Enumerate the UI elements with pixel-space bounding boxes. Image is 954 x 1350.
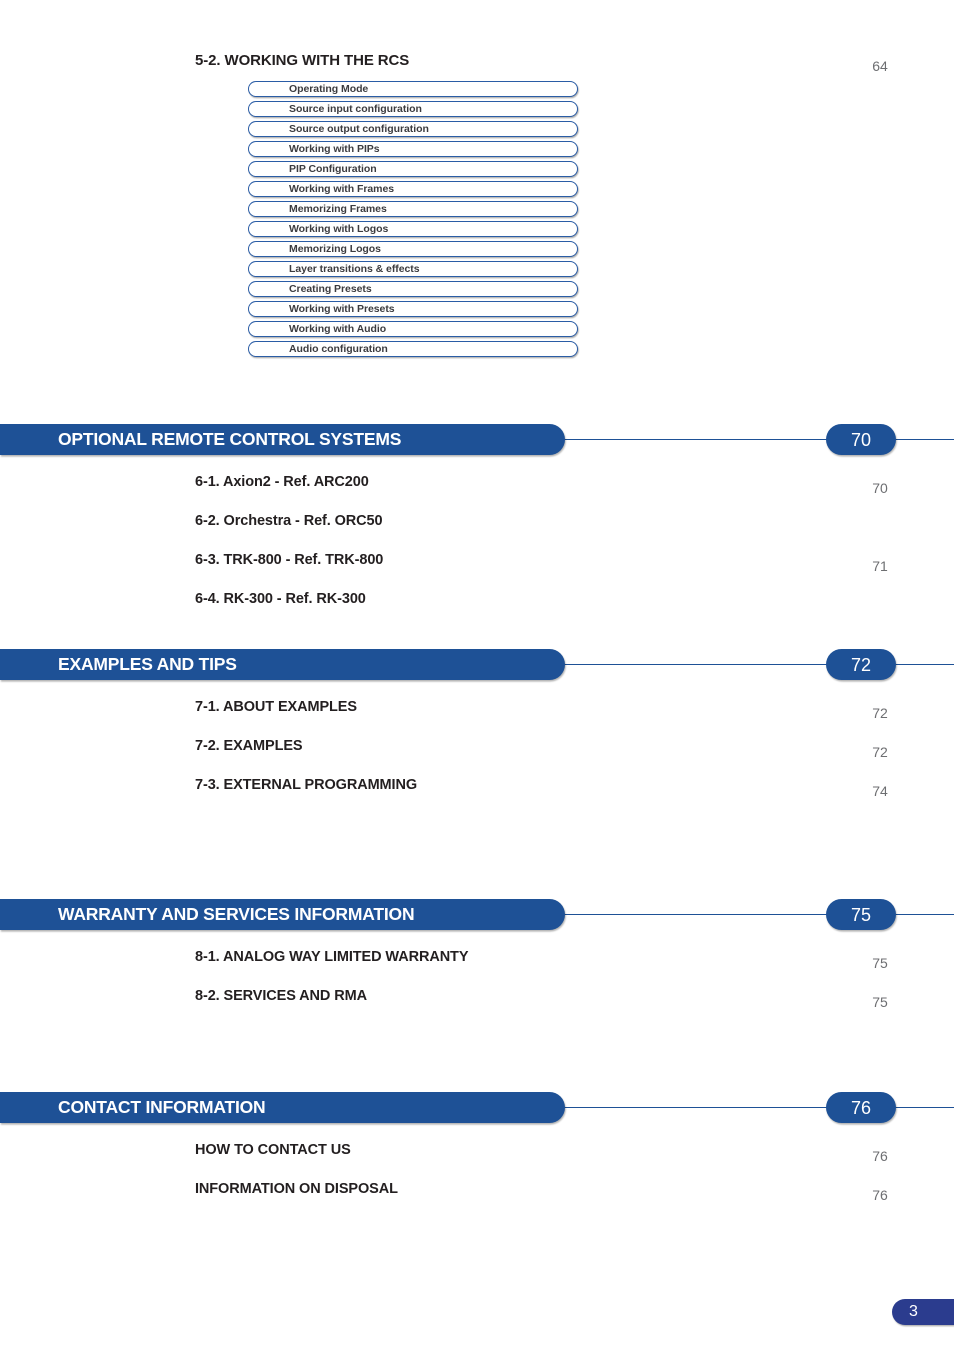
- subsection-pill[interactable]: Working with Logos: [248, 221, 578, 237]
- subsection-pill-label: Source input configuration: [289, 102, 422, 115]
- subsection-pill[interactable]: Working with Audio: [248, 321, 578, 337]
- toc-entry-page-number: 75: [872, 994, 888, 1010]
- toc-entry-page-number: 72: [872, 744, 888, 760]
- section-header: CONTACT INFORMATION 76: [0, 1092, 954, 1124]
- section-block-contact: CONTACT INFORMATION 76 HOW TO CONTACT US…: [0, 1092, 954, 1220]
- toc-entry[interactable]: 7-1. ABOUT EXAMPLES 72: [195, 699, 900, 738]
- toc-entry[interactable]: INFORMATION ON DISPOSAL 76: [195, 1181, 900, 1220]
- section-title: EXAMPLES AND TIPS: [58, 653, 237, 674]
- section-page-number: 75: [850, 904, 872, 925]
- section-title-bar[interactable]: WARRANTY AND SERVICES INFORMATION: [0, 899, 565, 930]
- toc-entry[interactable]: 8-1. ANALOG WAY LIMITED WARRANTY 75: [195, 949, 900, 988]
- toc-entry-label: 6-3. TRK-800 - Ref. TRK-800: [195, 552, 384, 568]
- toc-entry-label: 5-2. WORKING WITH THE RCS: [195, 52, 410, 69]
- section-block-7: EXAMPLES AND TIPS 72 7-1. ABOUT EXAMPLES…: [0, 649, 954, 816]
- subsection-pill[interactable]: Working with Frames: [248, 181, 578, 197]
- subsection-pill[interactable]: Source input configuration: [248, 101, 578, 117]
- section-title: WARRANTY AND SERVICES INFORMATION: [58, 903, 415, 924]
- toc-entry-page-number: 76: [872, 1148, 888, 1164]
- toc-entry-5-2[interactable]: 5-2. WORKING WITH THE RCS 64: [195, 52, 900, 80]
- subsection-pill[interactable]: Audio configuration: [248, 341, 578, 357]
- toc-entry-label: 6-1. Axion2 - Ref. ARC200: [195, 474, 369, 490]
- subsection-pill[interactable]: Working with Presets: [248, 301, 578, 317]
- toc-entry[interactable]: 7-3. EXTERNAL PROGRAMMING 74: [195, 777, 900, 816]
- section-block-8: WARRANTY AND SERVICES INFORMATION 75 8-1…: [0, 899, 954, 1027]
- toc-entry-label: 6-2. Orchestra - Ref. ORC50: [195, 513, 383, 529]
- section-page-number: 70: [850, 429, 872, 450]
- section-entry-list: HOW TO CONTACT US 76 INFORMATION ON DISPOS…: [0, 1124, 954, 1220]
- toc-entry-label: HOW TO CONTACT US: [195, 1142, 351, 1158]
- subsection-pill-label: PIP Configuration: [289, 162, 377, 175]
- section-entry-list: 7-1. ABOUT EXAMPLES 72 7-2. EXAMPLES 72 7-3.…: [0, 681, 954, 816]
- section-page-badge[interactable]: 70: [826, 424, 896, 455]
- subsection-pill[interactable]: Working with PIPs: [248, 141, 578, 157]
- subsection-pill-label: Working with Audio: [289, 322, 387, 335]
- toc-entry-page-number: 74: [872, 783, 888, 799]
- toc-entry-label: INFORMATION ON DISPOSAL: [195, 1181, 398, 1197]
- section-page-number: 72: [850, 654, 872, 675]
- toc-entry[interactable]: 7-2. EXAMPLES 72: [195, 738, 900, 777]
- subsection-pill[interactable]: PIP Configuration: [248, 161, 578, 177]
- toc-entry-label: 7-2. EXAMPLES: [195, 738, 303, 754]
- toc-entry[interactable]: 6-2. Orchestra - Ref. ORC50: [195, 513, 900, 552]
- section-page-number: 76: [850, 1097, 872, 1118]
- subsection-pill[interactable]: Creating Presets: [248, 281, 578, 297]
- toc-entry-label: 8-2. SERVICES AND RMA: [195, 988, 367, 1004]
- toc-entry-label: 6-4. RK-300 - Ref. RK-300: [195, 591, 366, 607]
- section-header: EXAMPLES AND TIPS 72: [0, 649, 954, 681]
- section-page-badge[interactable]: 72: [826, 649, 896, 680]
- footer-page-number: 3: [909, 1303, 918, 1320]
- subsection-pill[interactable]: Memorizing Frames: [248, 201, 578, 217]
- section-title-bar[interactable]: OPTIONAL REMOTE CONTROL SYSTEMS: [0, 424, 565, 455]
- toc-entry[interactable]: 6-1. Axion2 - Ref. ARC200 70: [195, 474, 900, 513]
- subsection-pill-label: Creating Presets: [289, 282, 372, 295]
- subsection-pill-label: Working with Presets: [289, 302, 395, 315]
- section-page-badge[interactable]: 75: [826, 899, 896, 930]
- toc-entry-label: 7-1. ABOUT EXAMPLES: [195, 699, 357, 715]
- toc-entry-page-number: 71: [872, 558, 888, 574]
- section-title-bar[interactable]: EXAMPLES AND TIPS: [0, 649, 565, 680]
- subsection-pill-label: Operating Mode: [289, 82, 369, 95]
- toc-entry[interactable]: 8-2. SERVICES AND RMA 75: [195, 988, 900, 1027]
- toc-entry-page-number: 75: [872, 955, 888, 971]
- toc-entry-label: 7-3. EXTERNAL PROGRAMMING: [195, 777, 418, 793]
- footer-page-tab: 3: [892, 1299, 954, 1325]
- toc-entry[interactable]: 6-3. TRK-800 - Ref. TRK-800 71: [195, 552, 900, 591]
- subsection-pill[interactable]: Source output configuration: [248, 121, 578, 137]
- toc-entry-label: 8-1. ANALOG WAY LIMITED WARRANTY: [195, 949, 469, 965]
- subsection-pill-label: Working with Frames: [289, 182, 395, 195]
- section-title: OPTIONAL REMOTE CONTROL SYSTEMS: [58, 428, 402, 449]
- subsection-pill-label: Source output configuration: [289, 122, 429, 135]
- subsection-pill-label: Memorizing Frames: [289, 202, 387, 215]
- toc-entry[interactable]: 6-4. RK-300 - Ref. RK-300: [195, 591, 900, 630]
- section-title: CONTACT INFORMATION: [58, 1096, 266, 1117]
- section-block-6: OPTIONAL REMOTE CONTROL SYSTEMS 70 6-1. …: [0, 424, 954, 630]
- toc-entry-page-number: 72: [872, 705, 888, 721]
- toc-entry-page-number: 64: [872, 58, 888, 74]
- subsection-pill-label: Audio configuration: [289, 342, 388, 355]
- subsection-pill-label: Layer transitions & effects: [289, 262, 420, 275]
- section-title-bar[interactable]: CONTACT INFORMATION: [0, 1092, 565, 1123]
- subsection-pill[interactable]: Layer transitions & effects: [248, 261, 578, 277]
- subsection-pill-label: Working with Logos: [289, 222, 389, 235]
- section-entry-list: 6-1. Axion2 - Ref. ARC200 70 6-2. Orchestr…: [0, 456, 954, 630]
- section-header: WARRANTY AND SERVICES INFORMATION 75: [0, 899, 954, 931]
- section-entry-list: 8-1. ANALOG WAY LIMITED WARRANTY 75 8-2. S…: [0, 931, 954, 1027]
- subsection-pill[interactable]: Operating Mode: [248, 81, 578, 97]
- subsection-pill-label: Memorizing Logos: [289, 242, 381, 255]
- subsection-pill[interactable]: Memorizing Logos: [248, 241, 578, 257]
- subsection-pill-label: Working with PIPs: [289, 142, 380, 155]
- toc-entry[interactable]: HOW TO CONTACT US 76: [195, 1142, 900, 1181]
- subsection-pill-list: Operating Mode Source input configuration…: [248, 81, 578, 361]
- toc-entry-page-number: 70: [872, 480, 888, 496]
- section-page-badge[interactable]: 76: [826, 1092, 896, 1123]
- section-header: OPTIONAL REMOTE CONTROL SYSTEMS 70: [0, 424, 954, 456]
- toc-entry-page-number: 76: [872, 1187, 888, 1203]
